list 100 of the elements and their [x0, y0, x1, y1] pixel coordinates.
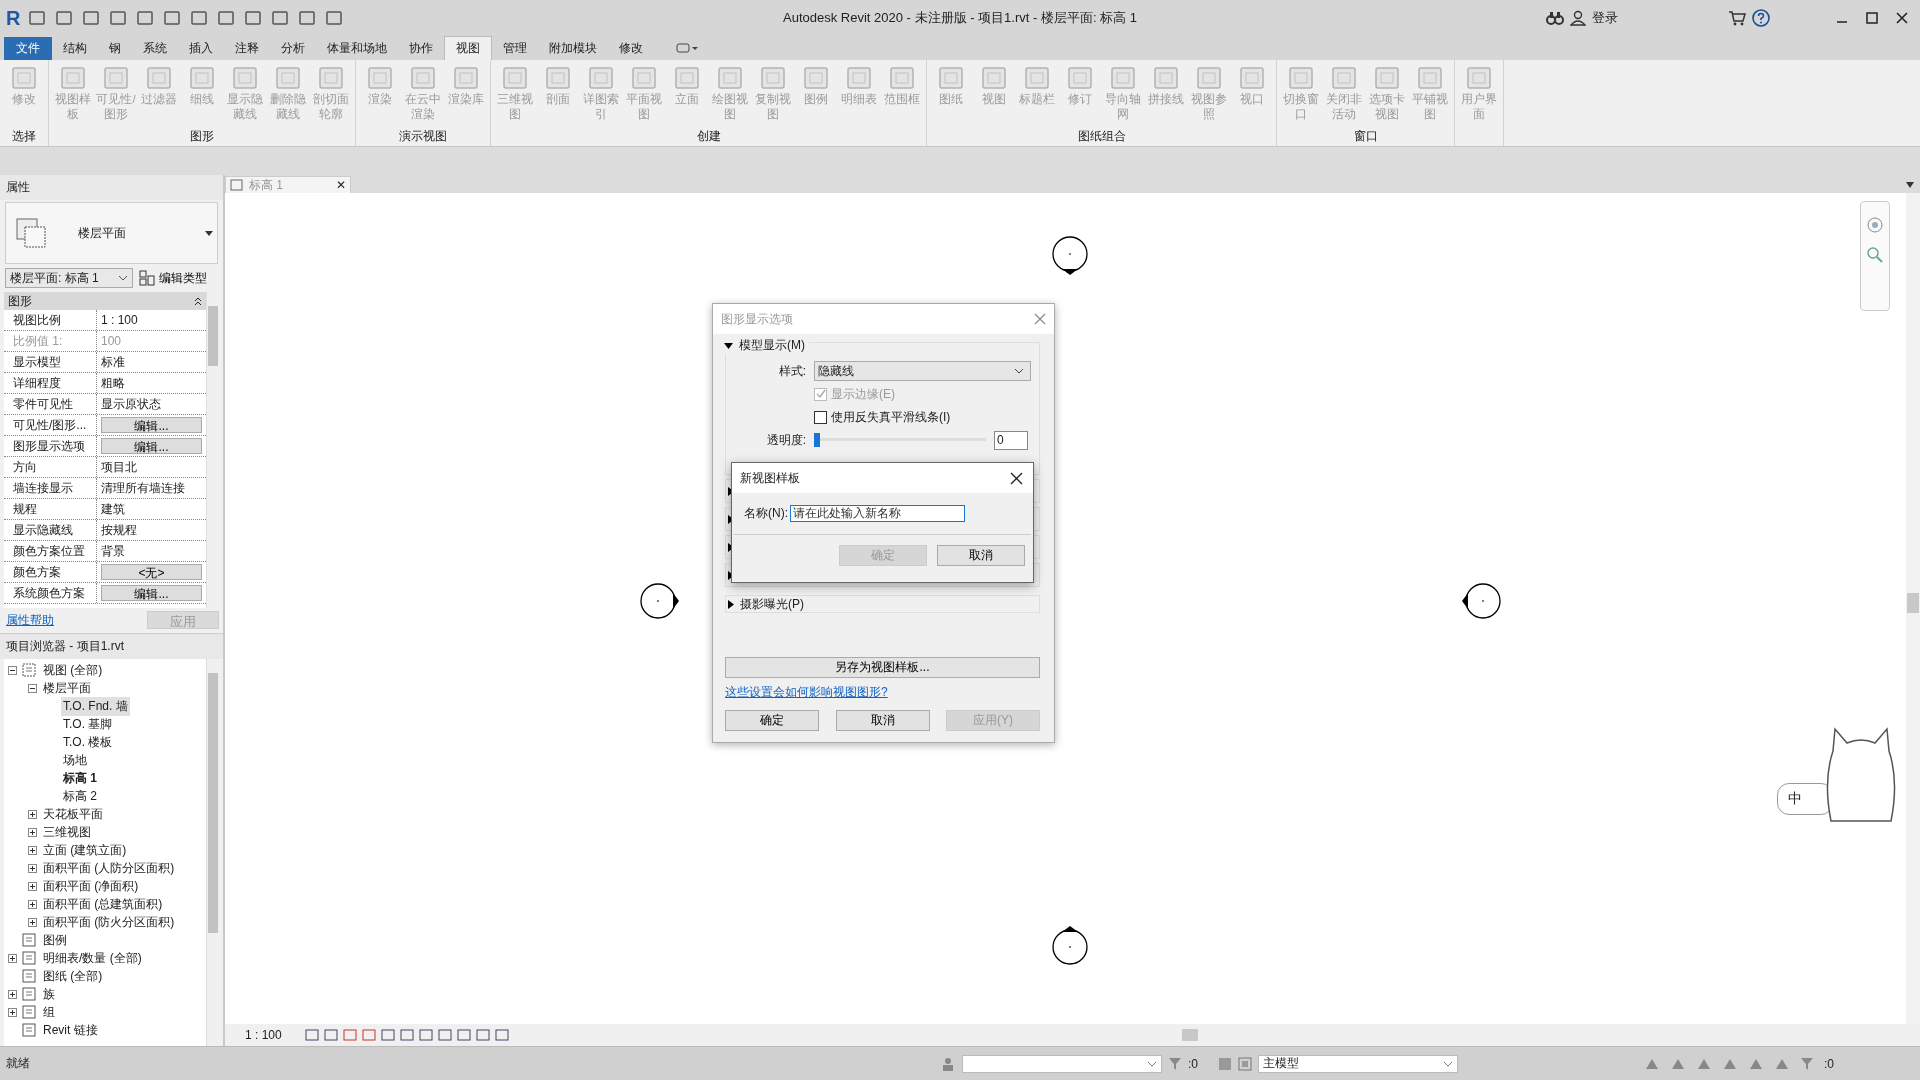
expand-icon[interactable]: [28, 827, 37, 837]
help-icon[interactable]: [1752, 9, 1770, 27]
workset-dropdown[interactable]: [961, 1054, 1162, 1073]
property-value[interactable]: 按规程: [97, 520, 206, 540]
toolbar-icon[interactable]: [244, 9, 263, 27]
tree-item[interactable]: 天花板平面: [41, 804, 105, 824]
save-template-button[interactable]: 另存为视图样板...: [725, 657, 1040, 678]
tree-item[interactable]: 组: [41, 1002, 57, 1022]
view-control-icon[interactable]: [418, 1029, 433, 1041]
tree-item[interactable]: T.O. 基脚: [61, 714, 115, 734]
collapse-arrow-icon[interactable]: [724, 342, 733, 349]
maximize-icon[interactable]: [1866, 12, 1878, 24]
view-control-icon[interactable]: [361, 1029, 376, 1041]
expand-arrow-icon[interactable]: [728, 599, 734, 609]
model-dropdown[interactable]: 主模型: [1258, 1054, 1458, 1073]
checkbox[interactable]: 使用反失真平滑线条(I): [814, 408, 951, 426]
tree-item[interactable]: 族: [41, 984, 57, 1004]
help-link[interactable]: 这些设置会如何影响视图图形?: [725, 684, 1040, 701]
ribbon-tab[interactable]: 插入: [178, 37, 224, 60]
tree-item[interactable]: Revit 链接: [41, 1020, 100, 1040]
property-value[interactable]: 粗略: [97, 373, 206, 393]
property-value[interactable]: 清理所有墙连接: [97, 478, 206, 498]
view-control-icon[interactable]: [437, 1029, 452, 1041]
toolbar-icon[interactable]: [109, 9, 128, 27]
zoom-icon[interactable]: [1866, 246, 1884, 264]
property-value[interactable]: 项目北: [97, 457, 206, 477]
toolbar-icon[interactable]: [55, 9, 74, 27]
ribbon-tab[interactable]: 附加模块: [538, 37, 608, 60]
name-field[interactable]: 请在此处输入新名称: [790, 505, 965, 522]
tree-item[interactable]: 标高 1: [61, 768, 99, 788]
sign-in-link[interactable]: 登录: [1592, 9, 1618, 27]
toolbar-icon[interactable]: [298, 9, 317, 27]
navigation-bar[interactable]: [1860, 201, 1890, 311]
ok-button[interactable]: 确定: [725, 710, 819, 731]
ribbon-tab[interactable]: 结构: [52, 37, 98, 60]
transparency-slider[interactable]: [814, 433, 986, 447]
property-value[interactable]: 1 : 100: [97, 310, 206, 330]
tab-menu-icon[interactable]: [1906, 182, 1914, 188]
panel-toggle-icon[interactable]: [676, 42, 700, 54]
ribbon-tab[interactable]: 文件: [4, 37, 52, 60]
expand-icon[interactable]: [8, 1007, 17, 1017]
binoculars-icon[interactable]: [1546, 10, 1564, 26]
model-icon[interactable]: [1238, 1056, 1252, 1071]
expand-icon[interactable]: [28, 845, 37, 855]
view-control-icon[interactable]: [380, 1029, 395, 1041]
tree-item[interactable]: 三维视图: [41, 822, 93, 842]
toolbar-icon[interactable]: [190, 9, 209, 27]
property-value[interactable]: 显示原状态: [97, 394, 206, 414]
scrollbar[interactable]: [206, 659, 219, 1046]
tree-item[interactable]: T.O. Fnd. 墙: [61, 696, 130, 716]
cart-icon[interactable]: [1728, 10, 1746, 26]
ribbon-tab[interactable]: 钢: [98, 37, 132, 60]
property-value[interactable]: 背景: [97, 541, 206, 561]
view-tab[interactable]: 标高 1 ✕: [225, 176, 351, 193]
view-control-icon[interactable]: [323, 1029, 338, 1041]
edit-button[interactable]: 编辑...: [101, 438, 202, 454]
model-icon[interactable]: [1218, 1056, 1232, 1071]
toolbar-icon[interactable]: [82, 9, 101, 27]
scrollbar[interactable]: [1906, 193, 1920, 1024]
steering-wheel-icon[interactable]: [1866, 216, 1884, 234]
ribbon-tab[interactable]: 视图: [444, 36, 492, 60]
tree-item[interactable]: 视图 (全部): [41, 660, 105, 680]
style-dropdown[interactable]: 隐藏线: [814, 361, 1031, 381]
view-control-icon[interactable]: [342, 1029, 357, 1041]
close-icon[interactable]: [1010, 471, 1023, 485]
toolbar-icon[interactable]: [163, 9, 182, 27]
toolbar-icon[interactable]: [136, 9, 155, 27]
collapse-icon[interactable]: [8, 665, 17, 675]
ribbon-tab[interactable]: 管理: [492, 37, 538, 60]
edit-button[interactable]: 编辑...: [101, 585, 202, 601]
expand-icon[interactable]: [8, 989, 17, 999]
toolbar-icon[interactable]: [28, 9, 47, 27]
instance-dropdown[interactable]: 楼层平面: 标高 1: [5, 268, 133, 288]
close-tab-button[interactable]: ✕: [335, 178, 346, 192]
tree-item[interactable]: 标高 2: [61, 786, 99, 806]
toolbar-icon[interactable]: [325, 9, 344, 27]
tree-item[interactable]: 场地: [61, 750, 89, 770]
view-control-icon[interactable]: [456, 1029, 471, 1041]
tree-item[interactable]: 楼层平面: [41, 678, 93, 698]
tree-item[interactable]: 立面 (建筑立面): [41, 840, 129, 860]
value-field[interactable]: 0: [994, 430, 1028, 450]
tree-item[interactable]: 面积平面 (净面积): [41, 876, 141, 896]
property-value[interactable]: 建筑: [97, 499, 206, 519]
tree-item[interactable]: 面积平面 (人防分区面积): [41, 858, 177, 878]
toolbar-icon[interactable]: [217, 9, 236, 27]
edit-button[interactable]: 编辑...: [101, 417, 202, 433]
ribbon-tab[interactable]: 系统: [132, 37, 178, 60]
ime-widget[interactable]: 中: [1773, 721, 1903, 831]
expand-icon[interactable]: [28, 863, 37, 873]
cancel-button[interactable]: 取消: [937, 545, 1025, 566]
toolbar-icon[interactable]: [271, 9, 290, 27]
collapse-icon[interactable]: [194, 296, 202, 306]
tree-item[interactable]: 明细表/数量 (全部): [41, 948, 144, 968]
filter-icon[interactable]: [1800, 1056, 1814, 1071]
app-logo[interactable]: R: [6, 6, 21, 30]
help-link[interactable]: 属性帮助: [6, 611, 54, 629]
tree-item[interactable]: 图纸 (全部): [41, 966, 105, 986]
expand-icon[interactable]: [28, 917, 37, 927]
ribbon-tab[interactable]: 体量和场地: [316, 37, 398, 60]
view-control-icon[interactable]: [304, 1029, 319, 1041]
